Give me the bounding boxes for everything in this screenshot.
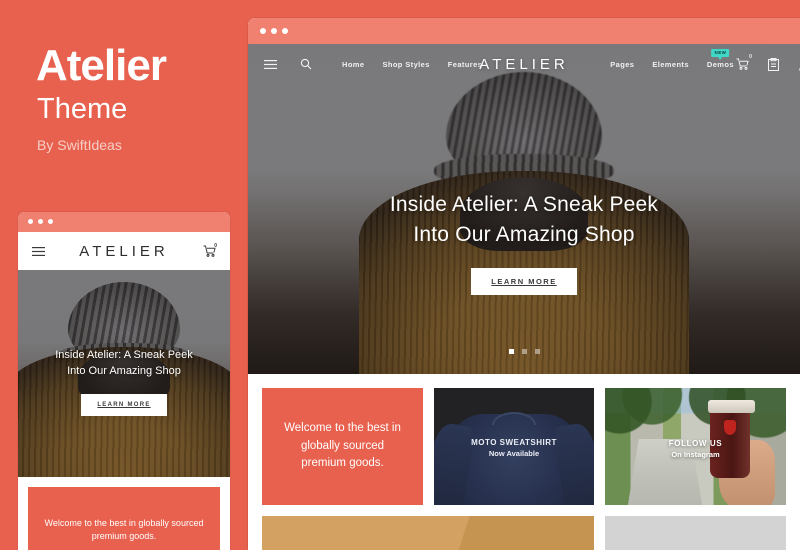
feature-card-gray[interactable]	[605, 516, 786, 550]
instagram-card[interactable]: FOLLOW US On Instagram	[605, 388, 786, 505]
desktop-browser-window: Home Shop Styles Features ATELIER Pages …	[248, 18, 800, 550]
grid-row-2	[262, 516, 786, 550]
nav-links-left: Home Shop Styles Features	[342, 60, 482, 69]
nav-item-demos-label: Demos	[706, 59, 734, 69]
mobile-hamburger-icon[interactable]	[32, 246, 45, 256]
cart-icon[interactable]: 0	[734, 53, 752, 73]
close-dot[interactable]	[260, 28, 266, 34]
window-controls[interactable]	[260, 28, 288, 34]
search-icon[interactable]	[297, 56, 314, 73]
instagram-subtitle: On Instagram	[671, 450, 720, 460]
hero-copy: Inside Atelier: A Sneak Peek Into Our Am…	[248, 190, 800, 295]
mobile-site-logo[interactable]: ATELIER	[79, 243, 168, 260]
minimize-dot[interactable]	[271, 28, 277, 34]
slider-pagination[interactable]	[248, 349, 800, 354]
site-logo[interactable]: ATELIER	[479, 56, 568, 73]
clipboard-icon[interactable]	[765, 56, 782, 73]
cart-count: 0	[749, 53, 752, 60]
hamburger-icon[interactable]	[262, 56, 279, 73]
mobile-hero-heading-line2: Into Our Amazing Shop	[67, 364, 181, 377]
mobile-hero: Inside Atelier: A Sneak Peek Into Our Am…	[18, 270, 230, 477]
mobile-browser-window: ATELIER 0 Inside Atelier: A Sneak Peek I…	[18, 212, 230, 550]
nav-actions: 0	[734, 53, 800, 73]
mobile-titlebar	[18, 212, 230, 232]
sweatshirt-subtitle: Now Available	[488, 449, 540, 458]
nav-item-shop-styles[interactable]: Shop Styles	[382, 60, 429, 69]
cup-logo	[723, 420, 736, 436]
nav-item-features[interactable]: Features	[448, 60, 482, 69]
content-grid: Welcome to the best in globally sourced …	[248, 374, 800, 550]
sweatshirt-title: MOTO SWEATSHIRT	[471, 438, 557, 447]
mobile-cart-icon[interactable]: 0	[203, 243, 217, 257]
promo-author: By SwiftIdeas	[37, 137, 122, 153]
mobile-hero-copy: Inside Atelier: A Sneak Peek Into Our Am…	[18, 348, 230, 416]
nav-item-home[interactable]: Home	[342, 60, 364, 69]
desktop-titlebar	[248, 18, 800, 44]
mobile-window-controls[interactable]	[28, 219, 53, 224]
mobile-close-dot[interactable]	[28, 219, 33, 224]
slider-dot-3[interactable]	[534, 349, 540, 354]
mobile-welcome-card[interactable]: Welcome to the best in globally sourced …	[28, 487, 220, 550]
mobile-welcome-card-text: Welcome to the best in globally sourced …	[44, 517, 204, 542]
slider-dot-1[interactable]	[508, 349, 514, 354]
slider-dot-2[interactable]	[521, 349, 527, 354]
user-icon[interactable]	[796, 56, 800, 73]
hero-slider: Home Shop Styles Features ATELIER Pages …	[248, 44, 800, 374]
mobile-cart-count: 0	[214, 243, 217, 249]
page-title: Atelier	[36, 41, 167, 90]
welcome-card-text: Welcome to the best in globally sourced …	[284, 421, 401, 470]
nav-item-pages[interactable]: Pages	[610, 60, 634, 69]
hero-heading-line2: Into Our Amazing Shop	[413, 222, 635, 246]
sweatshirt-card[interactable]: MOTO SWEATSHIRT Now Available	[434, 388, 594, 505]
sweatshirt-caption: MOTO SWEATSHIRT Now Available	[434, 438, 594, 458]
hero-learn-more-button[interactable]: LEARN MORE	[471, 267, 577, 295]
instagram-title: FOLLOW US	[668, 439, 723, 449]
mobile-navigation: ATELIER 0	[18, 232, 230, 270]
sweatshirt-illustration	[446, 414, 582, 505]
mobile-hero-heading-line1: Inside Atelier: A Sneak Peek	[55, 349, 193, 361]
nav-links-right: Pages Elements NEW Demos	[610, 48, 734, 69]
hero-heading-line1: Inside Atelier: A Sneak Peek	[389, 193, 659, 216]
grid-row-1: Welcome to the best in globally sourced …	[262, 388, 786, 505]
mobile-content-grid: Welcome to the best in globally sourced …	[18, 477, 230, 550]
site-navigation: Home Shop Styles Features ATELIER Pages …	[248, 44, 800, 84]
instagram-caption: FOLLOW US On Instagram	[605, 439, 786, 459]
mobile-maximize-dot[interactable]	[48, 219, 53, 224]
nav-item-elements[interactable]: Elements	[652, 60, 689, 69]
new-badge: NEW	[711, 48, 730, 60]
welcome-card[interactable]: Welcome to the best in globally sourced …	[262, 388, 423, 505]
screenshot-stage: Atelier Theme By SwiftIdeas Home Shop St…	[0, 0, 800, 550]
maximize-dot[interactable]	[282, 28, 288, 34]
cup-lid	[708, 399, 756, 413]
mobile-minimize-dot[interactable]	[38, 219, 43, 224]
feature-card-tan[interactable]	[262, 516, 594, 550]
mobile-learn-more-button[interactable]: LEARN MORE	[81, 393, 167, 416]
nav-item-demos[interactable]: NEW Demos	[706, 48, 734, 69]
promo-subtitle: Theme	[37, 93, 128, 125]
